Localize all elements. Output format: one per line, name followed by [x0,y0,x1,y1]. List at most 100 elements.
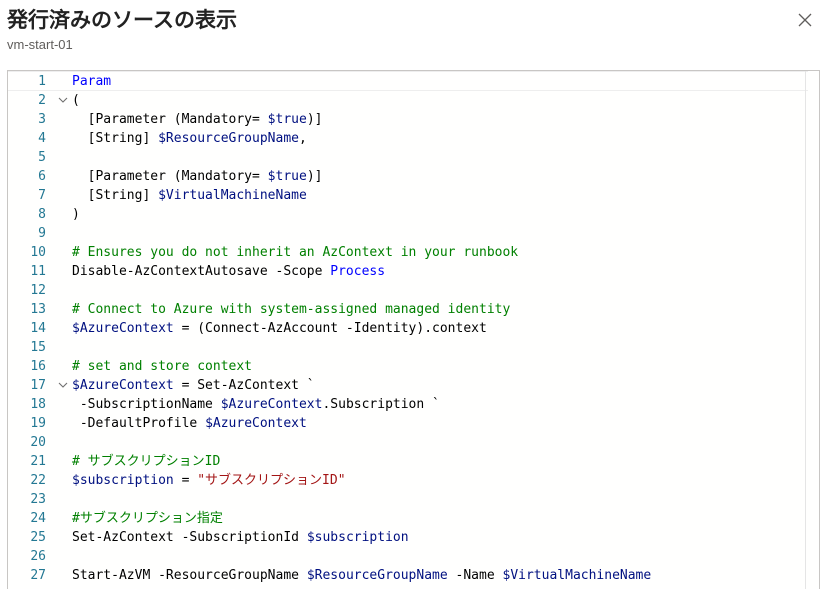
code-token: Param [72,74,112,89]
code-token: $AzureContext [205,416,307,431]
code-line: 22 $subscription = "サブスクリプションID" [8,471,808,490]
code-text: # set and store context [72,357,252,376]
code-text: ( [72,91,80,110]
code-text: Set-AzContext -SubscriptionId $subscript… [72,528,409,547]
code-token: )] [306,169,323,184]
code-line: 20 [8,433,808,452]
line-number: 17 [30,378,46,393]
code-token: #サブスクリプション指定 [72,511,223,526]
code-token: $VirtualMachineName [502,568,652,583]
code-line: 12 [8,281,808,300]
code-token: .Subscription ` [322,397,440,412]
line-number: 5 [38,150,46,165]
code-text: [Parameter (Mandatory= $true)] [72,110,323,129]
line-number: 12 [30,283,46,298]
code-text: $AzureContext = Set-AzContext ` [72,376,315,395]
line-number: 25 [30,530,46,545]
fold-chevron-icon[interactable] [56,91,70,110]
code-token: ) [72,207,80,222]
code-token: [Parameter (Mandatory= [72,169,268,184]
code-line: 19 -DefaultProfile $AzureContext [8,414,808,433]
code-text: # Ensures you do not inherit an AzContex… [72,243,518,262]
code-line: 25 Set-AzContext -SubscriptionId $subscri… [8,528,808,547]
code-editor[interactable]: 1 Param 2(3 [Parameter (Mandatory= $true)]… [7,70,820,589]
code-token: Start-AzVM -ResourceGroupName [72,568,307,583]
line-number: 3 [38,112,46,127]
code-token: $ResourceGroupName [158,131,299,146]
line-number: 7 [38,188,46,203]
code-line: 8) [8,205,808,224]
line-number: 11 [30,264,46,279]
code-line: 27 Start-AzVM -ResourceGroupName $Resourc… [8,566,808,585]
code-text: $AzureContext = (Connect-AzAccount -Iden… [72,319,487,338]
code-token: = [173,473,198,488]
code-token: $subscription [72,473,174,488]
vertical-scrollbar[interactable] [805,71,819,589]
line-number: 2 [38,93,46,108]
code-token: )] [306,112,323,127]
code-text: ) [72,205,80,224]
code-token: # set and store context [72,359,253,374]
code-token: $subscription [306,530,409,545]
code-token: ( [72,93,80,108]
code-text: # Connect to Azure with system-assigned … [72,300,510,319]
code-line: 15 [8,338,808,357]
line-number: 16 [30,359,46,374]
line-number: 1 [38,74,46,89]
line-number: 15 [30,340,46,355]
code-line: 17 $AzureContext = Set-AzContext ` [8,376,808,395]
code-line: 2( [8,91,808,110]
code-line: 21 # サブスクリプションID [8,452,808,471]
code-text: Param [72,72,111,91]
code-text: Start-AzVM -ResourceGroupName $ResourceG… [72,566,651,585]
close-button[interactable] [794,9,816,31]
code-text: [String] $ResourceGroupName, [72,129,307,148]
code-token: # サブスクリプションID [72,454,221,469]
code-line: 16 # set and store context [8,357,808,376]
code-line: 18 -SubscriptionName $AzureContext.Subsc… [8,395,808,414]
code-line: 7 [String] $VirtualMachineName [8,186,808,205]
dialog-panel: 発行済みのソースの表示 vm-start-01 1 Param 2(3 [Param… [0,0,822,589]
fold-chevron-icon[interactable] [56,376,70,395]
line-number: 20 [30,435,46,450]
code-text: -SubscriptionName $AzureContext.Subscrip… [72,395,440,414]
code-token: Disable-AzContextAutosave -Scope [72,264,331,279]
code-text: -DefaultProfile $AzureContext [72,414,307,433]
code-token: $AzureContext [72,321,174,336]
code-token: -DefaultProfile [72,416,206,431]
code-line: 10 # Ensures you do not inherit an AzCont… [8,243,808,262]
code-line: 4 [String] $ResourceGroupName, [8,129,808,148]
dialog-title: 発行済みのソースの表示 [7,8,237,32]
line-number: 6 [38,169,46,184]
code-line: 11 Disable-AzContextAutosave -Scope Proce… [8,262,808,281]
dialog-subtitle: vm-start-01 [7,37,73,52]
line-number: 9 [38,226,46,241]
code-token: Process [330,264,386,279]
code-token: -Name [447,568,503,583]
code-token: = Set-AzContext ` [173,378,315,393]
code-token: $ResourceGroupName [306,568,448,583]
code-token: # Connect to Azure with system-assigned … [72,302,511,317]
code-token: [String] [72,188,159,203]
line-number: 21 [30,454,46,469]
code-text: # サブスクリプションID [72,452,220,471]
code-token: "サブスクリプションID" [197,473,346,488]
line-number: 8 [38,207,46,222]
code-line: 9 [8,224,808,243]
code-line: 23 [8,490,808,509]
code-token: [Parameter (Mandatory= [72,112,268,127]
code-token: $AzureContext [72,378,174,393]
line-number: 14 [30,321,46,336]
code-line: 3 [Parameter (Mandatory= $true)] [8,110,808,129]
code-lines: 1 Param 2(3 [Parameter (Mandatory= $true)]… [8,71,808,585]
code-line: 6 [Parameter (Mandatory= $true)] [8,167,808,186]
code-token: -SubscriptionName [72,397,221,412]
code-text: [Parameter (Mandatory= $true)] [72,167,323,186]
code-token: $VirtualMachineName [158,188,307,203]
code-line: 14 $AzureContext = (Connect-AzAccount -Id… [8,319,808,338]
line-number: 18 [30,397,46,412]
code-text: $subscription = "サブスクリプションID" [72,471,346,490]
code-token: = (Connect-AzAccount -Identity).context [173,321,487,336]
line-number: 4 [38,131,46,146]
code-token: # Ensures you do not inherit an AzContex… [72,245,519,260]
